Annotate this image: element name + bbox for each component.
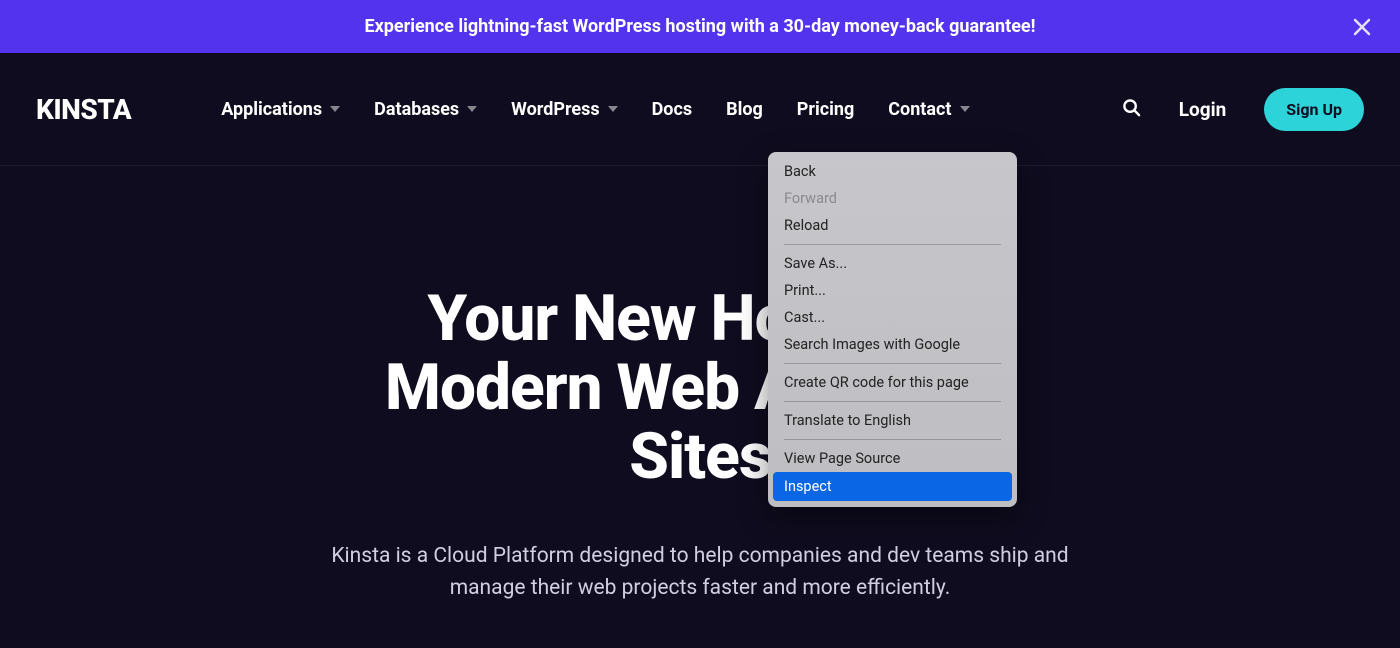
context-menu-search-images[interactable]: Search Images with Google bbox=[774, 331, 1011, 358]
nav-contact-label: Contact bbox=[888, 99, 951, 120]
close-icon[interactable] bbox=[1352, 17, 1372, 37]
nav-wordpress[interactable]: WordPress bbox=[511, 99, 617, 120]
context-menu: Back Forward Reload Save As... Print... … bbox=[768, 152, 1017, 507]
nav-wordpress-label: WordPress bbox=[511, 99, 599, 120]
nav-pricing[interactable]: Pricing bbox=[797, 99, 854, 120]
context-menu-forward: Forward bbox=[774, 185, 1011, 212]
nav-links: Applications Databases WordPress Docs Bl… bbox=[221, 99, 969, 120]
nav-docs[interactable]: Docs bbox=[652, 99, 692, 120]
context-menu-view-source[interactable]: View Page Source bbox=[774, 445, 1011, 472]
hero-subtitle: Kinsta is a Cloud Platform designed to h… bbox=[0, 541, 1400, 604]
chevron-down-icon bbox=[960, 106, 970, 112]
context-menu-inspect[interactable]: Inspect bbox=[773, 472, 1012, 501]
hero-title: Your New Home for Modern Web Apps and Si… bbox=[0, 284, 1400, 491]
chevron-down-icon bbox=[608, 106, 618, 112]
context-menu-reload[interactable]: Reload bbox=[774, 212, 1011, 239]
context-menu-separator bbox=[784, 363, 1001, 364]
context-menu-separator bbox=[784, 244, 1001, 245]
main-nav: KINSTA Applications Databases WordPress … bbox=[0, 53, 1400, 166]
hero-title-line3: Sites bbox=[629, 419, 770, 494]
nav-databases[interactable]: Databases bbox=[374, 99, 477, 120]
nav-right: Login Sign Up bbox=[1122, 88, 1364, 131]
context-menu-separator bbox=[784, 401, 1001, 402]
context-menu-translate[interactable]: Translate to English bbox=[774, 407, 1011, 434]
signup-button[interactable]: Sign Up bbox=[1264, 88, 1364, 131]
chevron-down-icon bbox=[467, 106, 477, 112]
logo[interactable]: KINSTA bbox=[36, 93, 131, 126]
nav-blog[interactable]: Blog bbox=[726, 99, 763, 120]
hero: Your New Home for Modern Web Apps and Si… bbox=[0, 166, 1400, 604]
chevron-down-icon bbox=[330, 106, 340, 112]
nav-blog-label: Blog bbox=[726, 99, 763, 120]
promo-banner-text: Experience lightning-fast WordPress host… bbox=[364, 16, 1035, 37]
search-icon[interactable] bbox=[1122, 98, 1141, 121]
nav-docs-label: Docs bbox=[652, 99, 692, 120]
context-menu-create-qr[interactable]: Create QR code for this page bbox=[774, 369, 1011, 396]
nav-pricing-label: Pricing bbox=[797, 99, 854, 120]
context-menu-separator bbox=[784, 439, 1001, 440]
context-menu-cast[interactable]: Cast... bbox=[774, 304, 1011, 331]
context-menu-save-as[interactable]: Save As... bbox=[774, 250, 1011, 277]
context-menu-print[interactable]: Print... bbox=[774, 277, 1011, 304]
promo-banner: Experience lightning-fast WordPress host… bbox=[0, 0, 1400, 53]
context-menu-back[interactable]: Back bbox=[774, 158, 1011, 185]
login-link[interactable]: Login bbox=[1179, 98, 1227, 121]
nav-contact[interactable]: Contact bbox=[888, 99, 969, 120]
nav-applications-label: Applications bbox=[221, 99, 322, 120]
nav-databases-label: Databases bbox=[374, 99, 459, 120]
nav-applications[interactable]: Applications bbox=[221, 99, 340, 120]
hero-sub-line2: manage their web projects faster and mor… bbox=[450, 576, 951, 600]
hero-sub-line1: Kinsta is a Cloud Platform designed to h… bbox=[331, 544, 1068, 568]
